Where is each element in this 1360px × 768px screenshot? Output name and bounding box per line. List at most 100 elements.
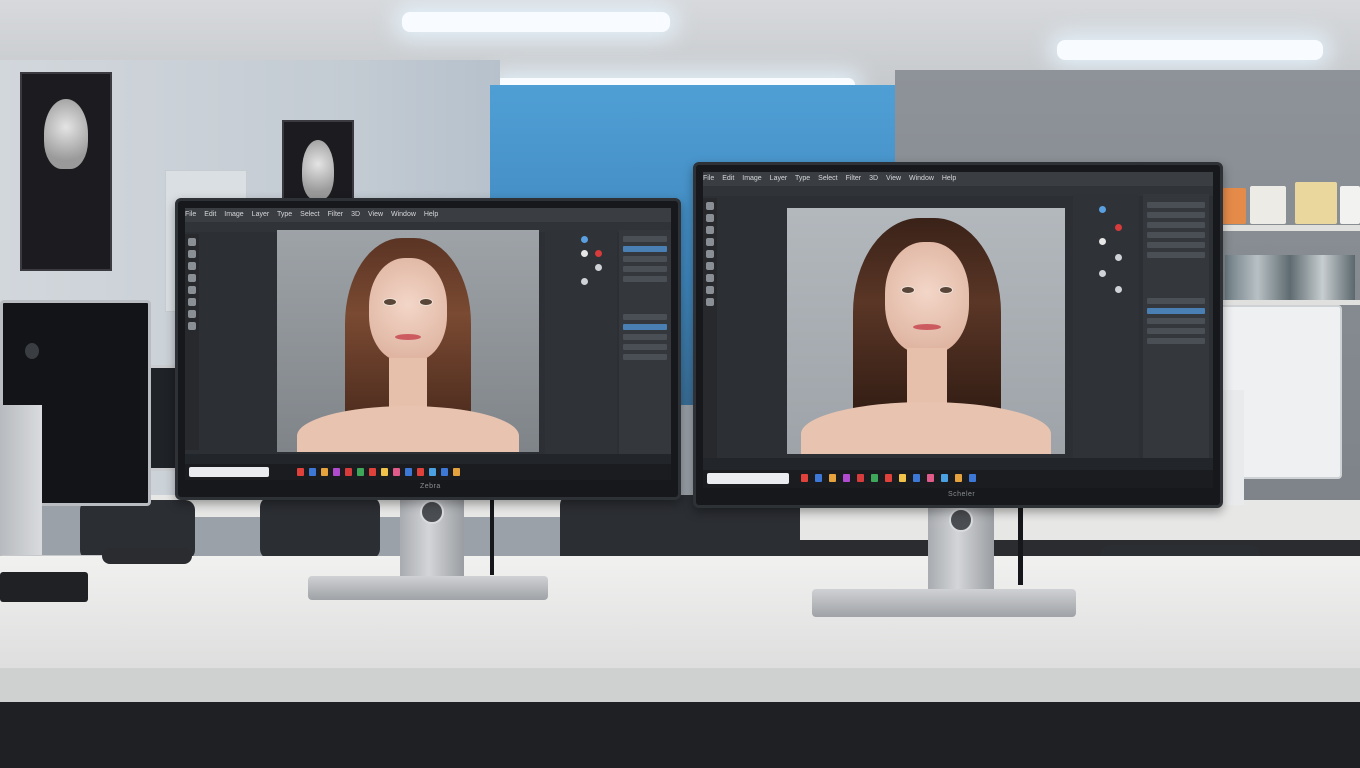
app-icon[interactable] (843, 474, 850, 482)
app-icon[interactable] (381, 468, 388, 476)
color-swatch[interactable] (1115, 254, 1122, 261)
color-swatch[interactable] (1115, 224, 1122, 231)
app-icon[interactable] (429, 468, 436, 476)
app-icon[interactable] (941, 474, 948, 482)
app-icon[interactable] (405, 468, 412, 476)
color-swatch[interactable] (595, 264, 602, 271)
screen-right[interactable]: File Edit Image Layer Type Select Filter… (703, 172, 1213, 488)
app-icon[interactable] (453, 468, 460, 476)
layer-row[interactable] (623, 324, 667, 330)
app-icon[interactable] (441, 468, 448, 476)
type-tool-icon[interactable] (706, 274, 714, 282)
app-icon[interactable] (829, 474, 836, 482)
app-icon[interactable] (927, 474, 934, 482)
menu-item[interactable]: Image (742, 175, 761, 182)
menu-item[interactable]: Type (277, 211, 292, 218)
image-canvas[interactable] (277, 230, 539, 452)
layer-row[interactable] (1147, 242, 1205, 248)
hand-tool-icon[interactable] (706, 298, 714, 306)
menu-item[interactable]: File (703, 175, 714, 182)
layer-row[interactable] (623, 354, 667, 360)
color-swatch[interactable] (1099, 238, 1106, 245)
taskbar-search[interactable] (189, 467, 269, 477)
app-icon[interactable] (309, 468, 316, 476)
layer-row[interactable] (1147, 308, 1205, 314)
menu-item[interactable]: View (368, 211, 383, 218)
layer-row[interactable] (623, 266, 667, 272)
layer-row[interactable] (623, 236, 667, 242)
app-icon[interactable] (857, 474, 864, 482)
layer-row[interactable] (1147, 252, 1205, 258)
app-icon[interactable] (393, 468, 400, 476)
move-tool-icon[interactable] (706, 202, 714, 210)
app-icon[interactable] (899, 474, 906, 482)
menu-item[interactable]: 3D (351, 211, 360, 218)
lasso-tool-icon[interactable] (188, 262, 196, 270)
layer-row[interactable] (1147, 202, 1205, 208)
move-tool-icon[interactable] (188, 238, 196, 246)
brush-tool-icon[interactable] (706, 250, 714, 258)
color-swatch[interactable] (1099, 206, 1106, 213)
menu-item[interactable]: Help (942, 175, 956, 182)
crop-tool-icon[interactable] (188, 274, 196, 282)
layer-row[interactable] (623, 344, 667, 350)
marquee-tool-icon[interactable] (706, 214, 714, 222)
app-icon[interactable] (815, 474, 822, 482)
menu-item[interactable]: Window (909, 175, 934, 182)
color-swatch[interactable] (1099, 270, 1106, 277)
menu-item[interactable]: 3D (869, 175, 878, 182)
menu-item[interactable]: Edit (722, 175, 734, 182)
menu-item[interactable]: Window (391, 211, 416, 218)
app-icon[interactable] (369, 468, 376, 476)
menu-item[interactable]: Type (795, 175, 810, 182)
eraser-tool-icon[interactable] (706, 262, 714, 270)
color-swatch[interactable] (595, 250, 602, 257)
layer-row[interactable] (623, 334, 667, 340)
taskbar-search[interactable] (707, 473, 789, 484)
layer-row[interactable] (1147, 338, 1205, 344)
crop-tool-icon[interactable] (706, 238, 714, 246)
app-icon[interactable] (885, 474, 892, 482)
menu-item[interactable]: Help (424, 211, 438, 218)
menu-item[interactable]: Layer (252, 211, 270, 218)
app-icon[interactable] (333, 468, 340, 476)
app-icon[interactable] (801, 474, 808, 482)
menu-item[interactable]: Filter (328, 211, 344, 218)
menu-item[interactable]: Select (818, 175, 837, 182)
image-canvas[interactable] (787, 208, 1065, 454)
app-icon[interactable] (913, 474, 920, 482)
layer-row[interactable] (1147, 298, 1205, 304)
layer-row[interactable] (1147, 232, 1205, 238)
menu-item[interactable]: View (886, 175, 901, 182)
app-icon[interactable] (345, 468, 352, 476)
layer-row[interactable] (1147, 212, 1205, 218)
brush-tool-icon[interactable] (188, 286, 196, 294)
color-swatch[interactable] (581, 236, 588, 243)
layer-row[interactable] (623, 314, 667, 320)
app-icon[interactable] (417, 468, 424, 476)
layer-row[interactable] (1147, 318, 1205, 324)
lasso-tool-icon[interactable] (706, 226, 714, 234)
app-icon[interactable] (321, 468, 328, 476)
menu-item[interactable]: Filter (846, 175, 862, 182)
color-swatch[interactable] (1115, 286, 1122, 293)
type-tool-icon[interactable] (188, 310, 196, 318)
layer-row[interactable] (623, 256, 667, 262)
eraser-tool-icon[interactable] (188, 298, 196, 306)
layer-row[interactable] (1147, 222, 1205, 228)
app-icon[interactable] (969, 474, 976, 482)
zoom-tool-icon[interactable] (706, 286, 714, 294)
screen-left[interactable]: File Edit Image Layer Type Select Filter… (185, 208, 671, 480)
zoom-tool-icon[interactable] (188, 322, 196, 330)
layer-row[interactable] (623, 276, 667, 282)
menu-item[interactable]: Image (224, 211, 243, 218)
menu-item[interactable]: Layer (770, 175, 788, 182)
menu-item[interactable]: Select (300, 211, 319, 218)
app-icon[interactable] (955, 474, 962, 482)
menu-item[interactable]: Edit (204, 211, 216, 218)
layer-row[interactable] (623, 246, 667, 252)
layer-row[interactable] (1147, 328, 1205, 334)
app-icon[interactable] (871, 474, 878, 482)
color-swatch[interactable] (581, 250, 588, 257)
color-swatch[interactable] (581, 278, 588, 285)
